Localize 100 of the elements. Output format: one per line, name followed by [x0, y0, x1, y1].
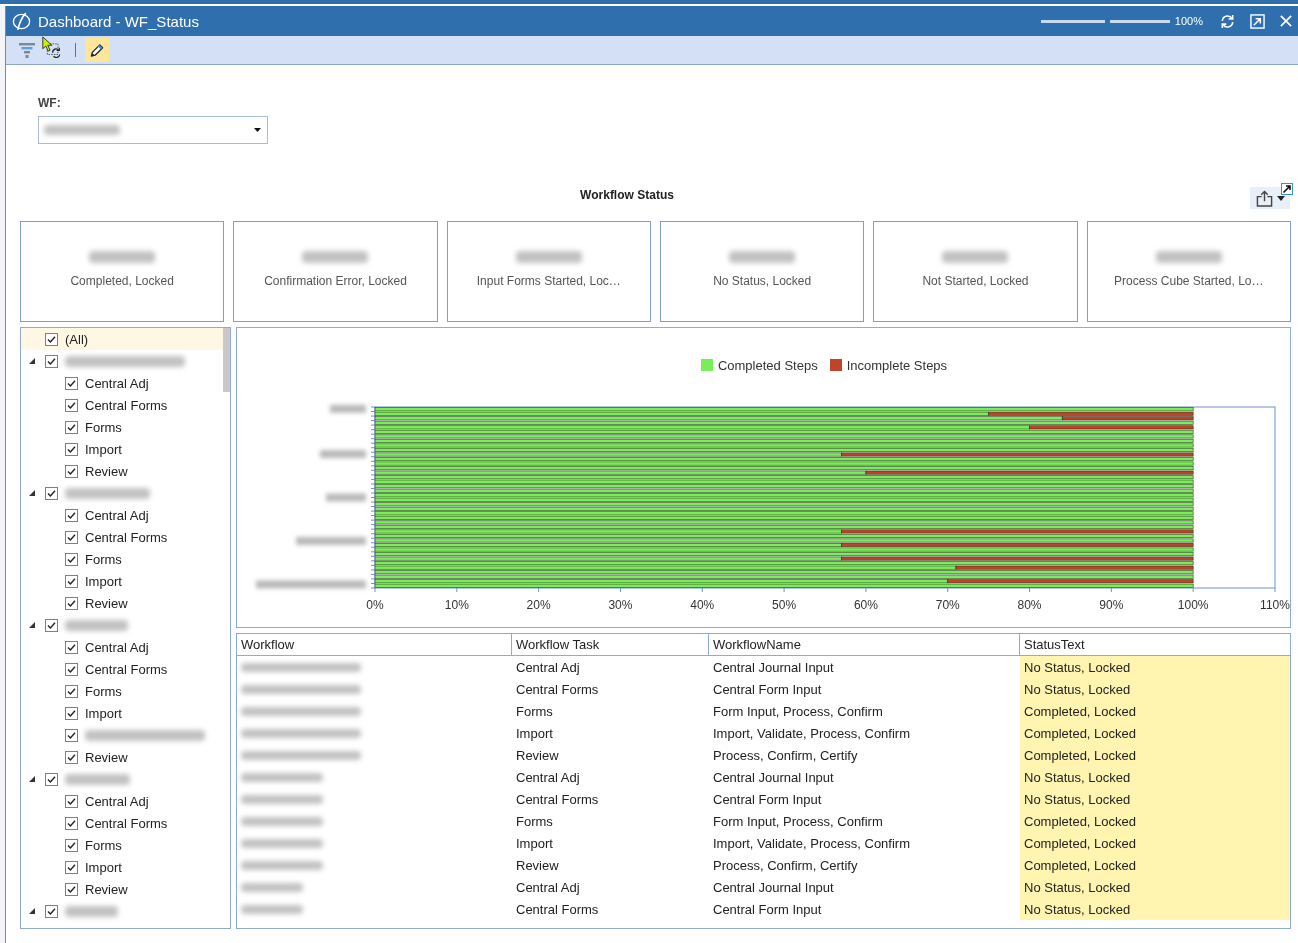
- item-label[interactable]: Forms: [85, 837, 122, 853]
- checkbox[interactable]: [45, 354, 58, 368]
- triangle-icon[interactable]: [29, 490, 35, 496]
- blurred-axis-label: [296, 536, 366, 545]
- checkbox[interactable]: [65, 882, 78, 896]
- close-icon[interactable]: [1280, 15, 1292, 27]
- caret-icon: [1276, 195, 1285, 201]
- logo-icon: [12, 11, 31, 31]
- triangle-icon[interactable]: [29, 358, 35, 364]
- checkbox[interactable]: [65, 442, 78, 456]
- item-label[interactable]: Central Adj: [85, 507, 149, 523]
- checkbox[interactable]: [65, 574, 78, 588]
- triangle-icon[interactable]: [29, 908, 35, 914]
- item-label[interactable]: Central Adj: [85, 639, 149, 655]
- table-cell-text: Forms: [515, 702, 554, 721]
- item-label[interactable]: Review: [85, 881, 128, 897]
- checkbox[interactable]: [65, 816, 78, 830]
- checkbox[interactable]: [65, 794, 78, 808]
- tick-label: 30%: [608, 598, 633, 612]
- restore-icon[interactable]: [1250, 13, 1265, 29]
- pencil-icon: [89, 42, 105, 58]
- maximize-icon[interactable]: [1281, 183, 1293, 195]
- checkbox[interactable]: [65, 684, 78, 698]
- share-icon: [1255, 189, 1273, 207]
- item-label[interactable]: Review: [85, 463, 128, 479]
- item-label[interactable]: Review: [85, 749, 128, 765]
- refresh-icon[interactable]: [1220, 13, 1235, 29]
- tick-label: 110%: [1260, 598, 1290, 612]
- scrollbar-thumb[interactable]: [223, 328, 230, 392]
- item-label[interactable]: Forms: [85, 551, 122, 567]
- item-label[interactable]: Forms: [85, 683, 122, 699]
- blurred-value: [302, 251, 369, 263]
- checkbox[interactable]: [45, 618, 58, 632]
- blurred-text: [241, 882, 303, 892]
- item-label[interactable]: Central Forms: [85, 815, 168, 831]
- tick-label: 50%: [772, 598, 797, 612]
- triangle-icon[interactable]: [29, 776, 35, 782]
- checkbox[interactable]: [45, 904, 58, 918]
- table-cell-text: Central Form Input: [712, 680, 823, 699]
- item-label[interactable]: Central Forms: [85, 529, 168, 545]
- legend-label: Completed Steps: [717, 357, 818, 373]
- tick-label: 0%: [366, 598, 384, 612]
- panel-title: Workflow Status: [579, 188, 675, 202]
- table-cell: Completed, Locked: [1020, 744, 1290, 766]
- checkbox[interactable]: [65, 728, 78, 742]
- checkbox[interactable]: [45, 332, 58, 346]
- table-cell-text: Central Journal Input: [712, 768, 835, 787]
- checkbox[interactable]: [65, 464, 78, 478]
- table-cell: Completed, Locked: [1020, 832, 1290, 854]
- item-label: (All): [65, 331, 89, 347]
- checkbox[interactable]: [65, 860, 78, 874]
- blurred-text: [241, 904, 303, 914]
- item-label[interactable]: Import: [85, 705, 122, 721]
- tick-label: 70%: [935, 598, 960, 612]
- tree-item[interactable]: (All): [21, 328, 223, 350]
- item-label[interactable]: Forms: [85, 419, 122, 435]
- zoom-reading: 100%: [1174, 15, 1203, 27]
- column-header[interactable]: WorkflowName: [709, 634, 1020, 656]
- blurred-value: [942, 251, 1009, 263]
- column-header[interactable]: Workflow Task: [512, 634, 709, 656]
- blurred-axis-label: [330, 404, 366, 413]
- column-header[interactable]: Workflow: [237, 634, 512, 656]
- caret-icon: [254, 128, 261, 132]
- kpi-label: Confirmation Error, Locked: [264, 274, 407, 288]
- kpi-label: No Status, Locked: [713, 274, 812, 288]
- table-cell: No Status, Locked: [1020, 656, 1290, 678]
- table-cell-text: Central Forms: [515, 790, 600, 809]
- checkbox[interactable]: [65, 750, 78, 764]
- item-label[interactable]: Import: [85, 441, 122, 457]
- item-label[interactable]: Central Adj: [85, 375, 149, 391]
- checkbox[interactable]: [65, 596, 78, 610]
- item-label[interactable]: Review: [85, 595, 128, 611]
- table-cell: Completed, Locked: [1020, 810, 1290, 832]
- checkbox[interactable]: [65, 420, 78, 434]
- checkbox[interactable]: [65, 530, 78, 544]
- item-label[interactable]: Central Adj: [85, 793, 149, 809]
- checkbox[interactable]: [65, 706, 78, 720]
- triangle-icon[interactable]: [29, 622, 35, 628]
- edit-button[interactable]: [85, 38, 109, 62]
- export-button[interactable]: [1250, 187, 1290, 209]
- item-label[interactable]: Central Forms: [85, 397, 168, 413]
- blurred-value: [729, 251, 796, 263]
- checkbox[interactable]: [65, 508, 78, 522]
- table-cell-text: Import, Validate, Process, Confirm: [712, 724, 911, 743]
- item-label[interactable]: Import: [85, 859, 122, 875]
- tick-label: 100%: [1177, 598, 1209, 612]
- checkbox[interactable]: [65, 552, 78, 566]
- checkbox[interactable]: [65, 662, 78, 676]
- checkbox[interactable]: [45, 486, 58, 500]
- table-cell-text: Central Journal Input: [712, 658, 835, 677]
- checkbox[interactable]: [65, 640, 78, 654]
- checkbox[interactable]: [45, 772, 58, 786]
- item-label[interactable]: Import: [85, 573, 122, 589]
- checkbox[interactable]: [65, 376, 78, 390]
- item-label[interactable]: Central Forms: [85, 661, 168, 677]
- checkbox[interactable]: [65, 398, 78, 412]
- table-cell: Completed, Locked: [1020, 722, 1290, 744]
- table-cell-text: Central Form Input: [712, 790, 823, 809]
- tick-label: 10%: [444, 598, 469, 612]
- checkbox[interactable]: [65, 838, 78, 852]
